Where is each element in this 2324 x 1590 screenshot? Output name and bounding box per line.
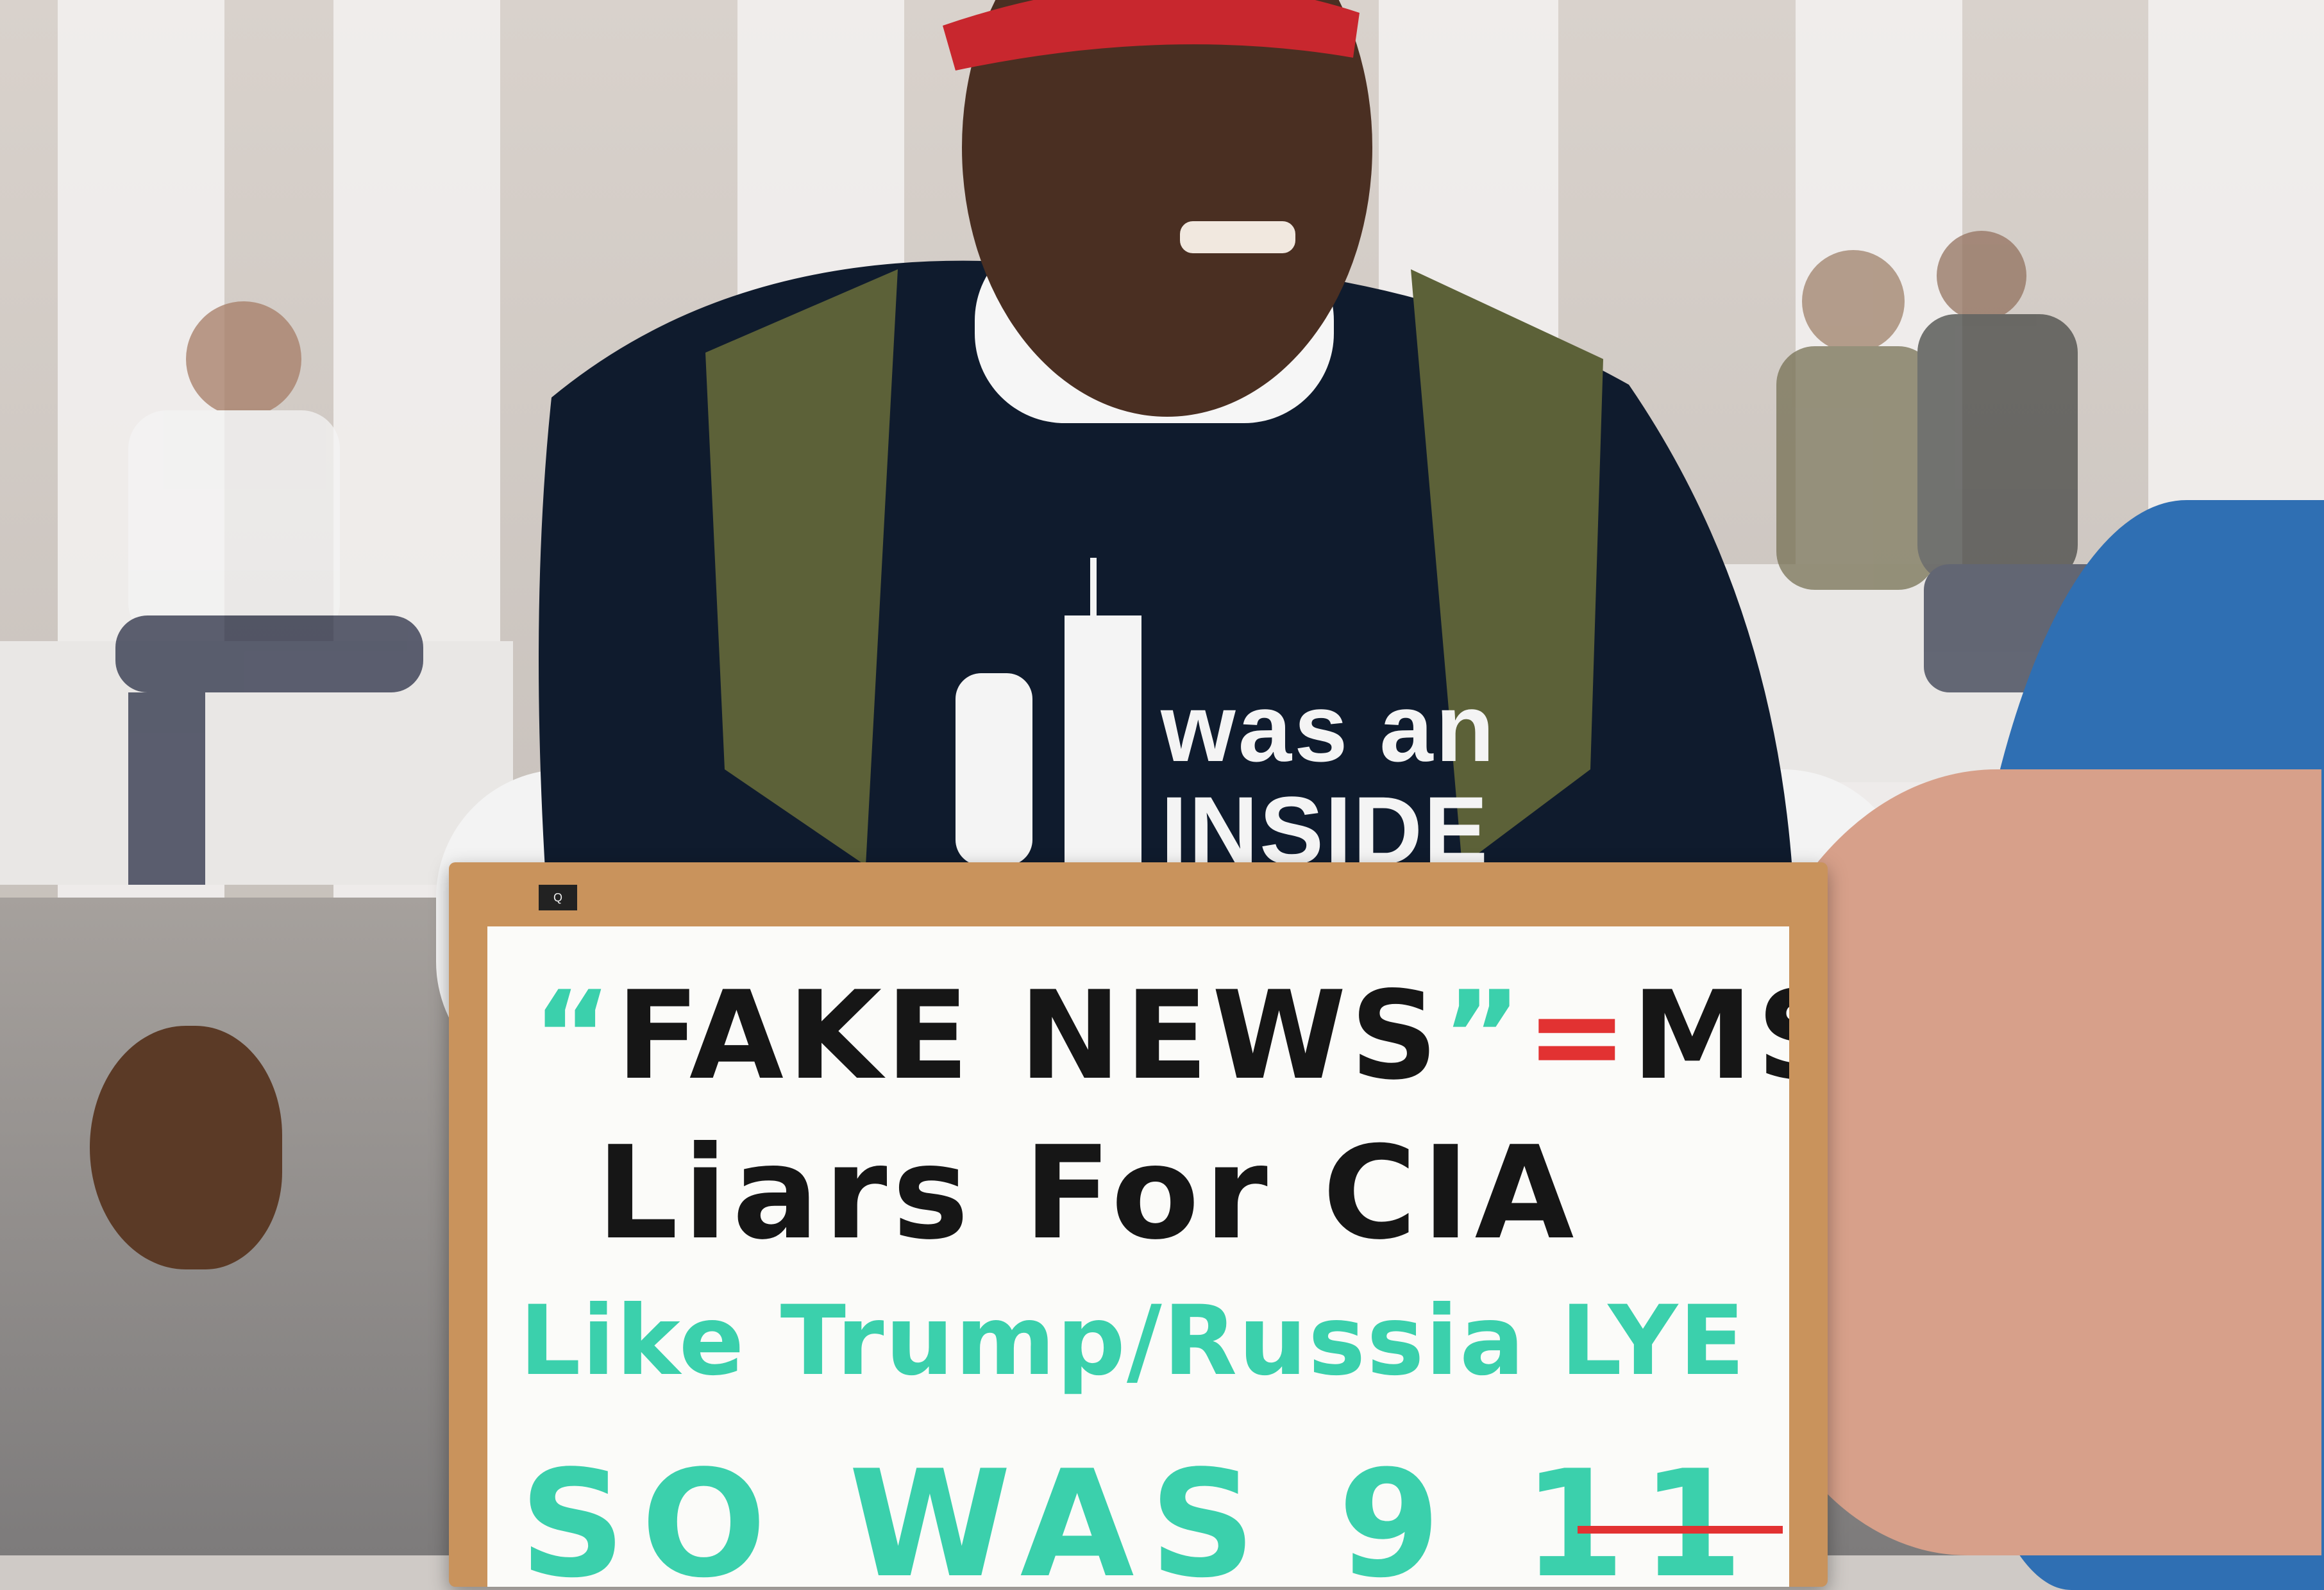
- sign-fake-news: FAKE NEWS: [616, 965, 1442, 1107]
- whiteboard-sign: Q “FAKE NEWS”=MSM Liars For CIA Like Tru…: [449, 862, 1828, 1587]
- sign-quote-close: ”: [1442, 965, 1526, 1107]
- sign-msm: MSM: [1631, 965, 1789, 1107]
- shirt-slogan: was an INSIDE: [1161, 680, 1520, 878]
- sign-line-1: “FAKE NEWS”=MSM: [532, 965, 1789, 1107]
- sign-equals: =: [1526, 965, 1632, 1107]
- board-logo: Q: [539, 885, 577, 910]
- sign-line-3: Like Trump/Russia LYE: [519, 1285, 1746, 1397]
- protester-hand: [90, 1026, 282, 1269]
- shirt-line-1: was an: [1161, 674, 1497, 782]
- sign-line-2: Liars For CIA: [596, 1119, 1579, 1268]
- sign-line-4: SO WAS 9 11: [519, 1439, 1759, 1587]
- whiteboard-surface: “FAKE NEWS”=MSM Liars For CIA Like Trump…: [487, 926, 1789, 1587]
- sign-red-underline: [1578, 1526, 1783, 1534]
- sign-quote-open: “: [532, 965, 616, 1107]
